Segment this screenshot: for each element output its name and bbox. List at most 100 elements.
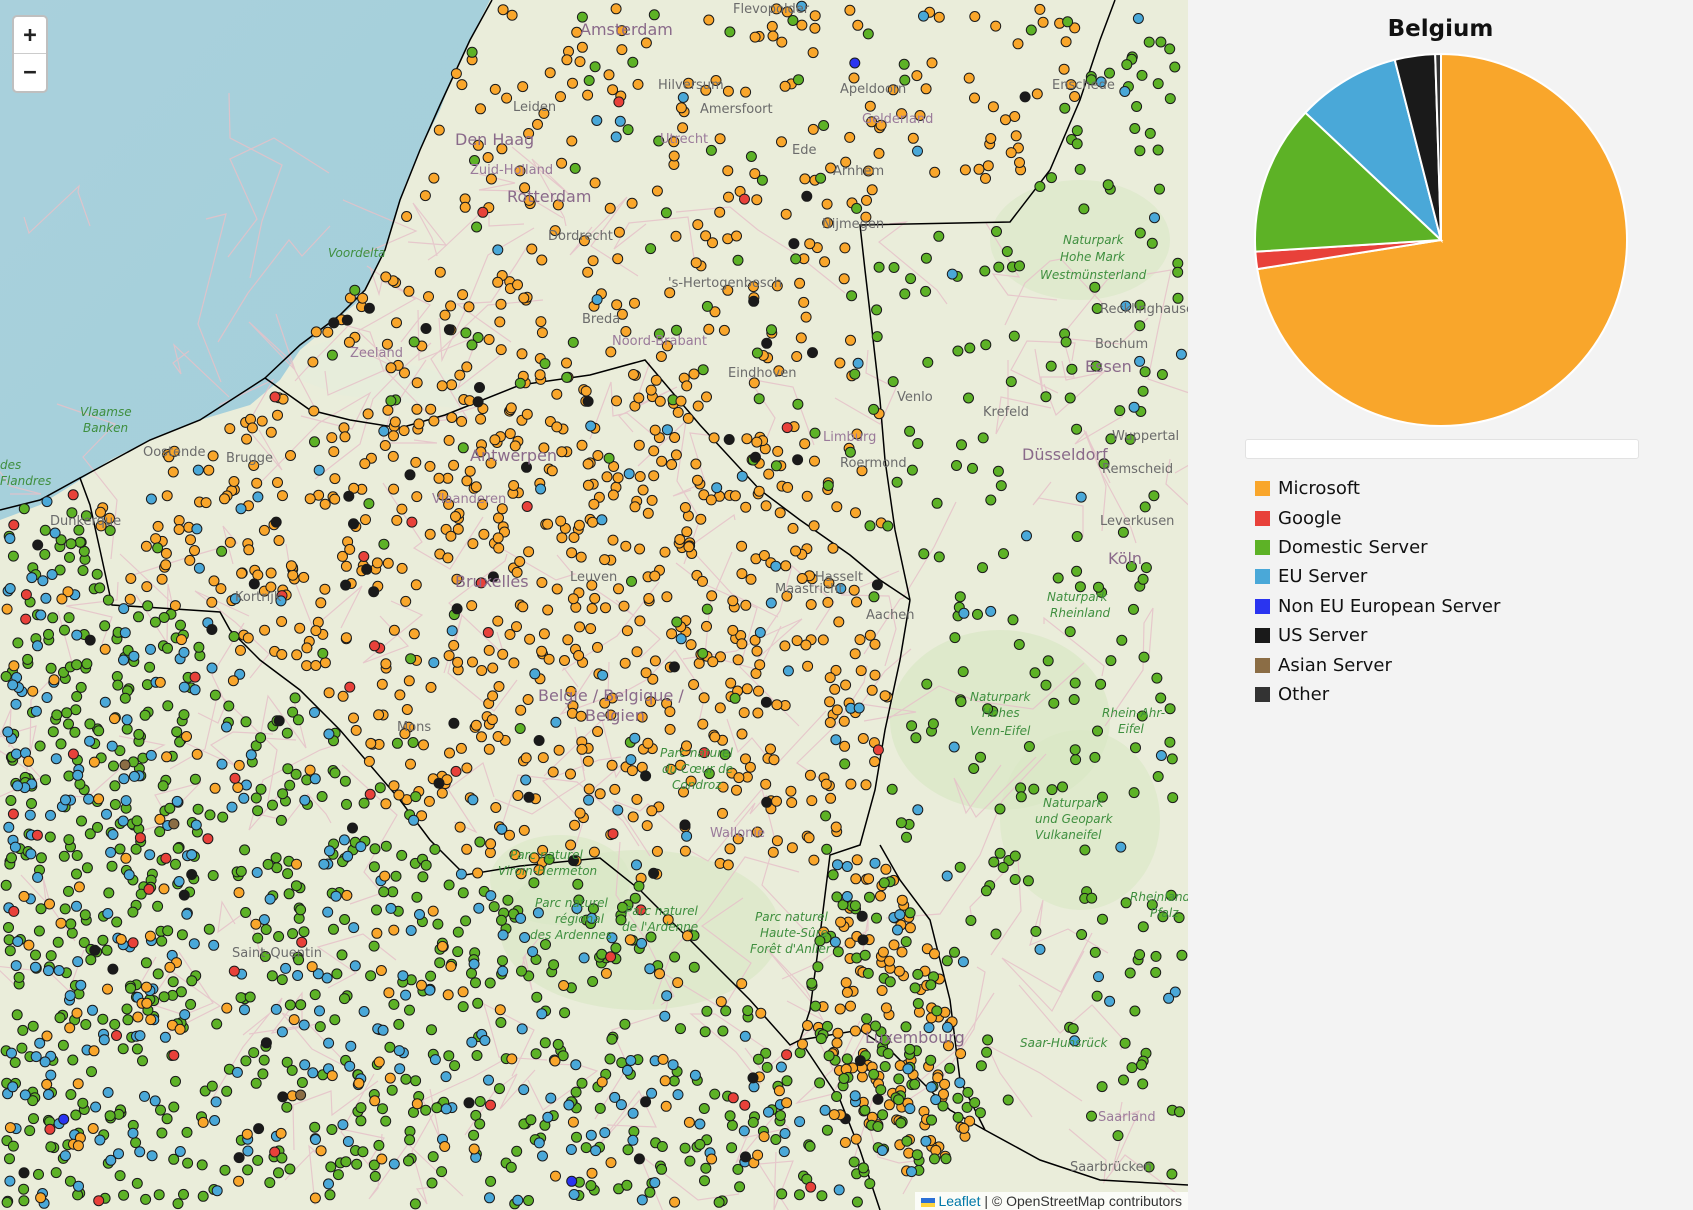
marker-microsoft[interactable] — [509, 849, 521, 861]
marker-microsoft[interactable] — [776, 136, 787, 148]
marker-domestic-server[interactable] — [468, 1129, 480, 1141]
marker-eu-server[interactable] — [378, 425, 390, 437]
marker-microsoft[interactable] — [796, 573, 808, 584]
marker-domestic-server[interactable] — [219, 1164, 231, 1176]
marker-us-server[interactable] — [788, 238, 800, 250]
marker-microsoft[interactable] — [741, 433, 753, 445]
legend-item-microsoft[interactable]: Microsoft — [1255, 474, 1500, 503]
marker-microsoft[interactable] — [831, 704, 843, 716]
legend-item-google[interactable]: Google — [1255, 503, 1500, 532]
marker-eu-server[interactable] — [7, 679, 19, 691]
marker-domestic-server[interactable] — [949, 946, 960, 958]
marker-non-eu-european-server[interactable] — [566, 1175, 578, 1187]
marker-us-server[interactable] — [679, 819, 691, 831]
marker-microsoft[interactable] — [388, 624, 400, 636]
marker-microsoft[interactable] — [613, 583, 624, 595]
marker-domestic-server[interactable] — [747, 1116, 759, 1128]
marker-google[interactable] — [93, 1195, 105, 1207]
marker-us-server[interactable] — [761, 796, 773, 808]
marker-google[interactable] — [67, 489, 79, 501]
marker-domestic-server[interactable] — [63, 834, 75, 846]
marker-microsoft[interactable] — [376, 1153, 388, 1165]
marker-google[interactable] — [8, 905, 20, 917]
marker-microsoft[interactable] — [605, 346, 617, 358]
marker-microsoft[interactable] — [884, 955, 895, 967]
marker-domestic-server[interactable] — [52, 936, 64, 948]
marker-microsoft[interactable] — [675, 759, 686, 771]
marker-domestic-server[interactable] — [103, 887, 115, 899]
marker-microsoft[interactable] — [715, 996, 727, 1008]
marker-eu-server[interactable] — [782, 665, 794, 677]
marker-microsoft[interactable] — [276, 616, 288, 627]
marker-domestic-server[interactable] — [388, 998, 400, 1010]
marker-domestic-server[interactable] — [879, 1034, 891, 1046]
marker-microsoft[interactable] — [224, 423, 236, 435]
marker-eu-server[interactable] — [1069, 1035, 1081, 1047]
marker-eu-server[interactable] — [189, 684, 201, 696]
marker-microsoft[interactable] — [823, 577, 835, 589]
marker-us-server[interactable] — [668, 661, 680, 673]
marker-microsoft[interactable] — [887, 84, 899, 96]
marker-microsoft[interactable] — [849, 648, 861, 660]
marker-domestic-server[interactable] — [207, 870, 219, 881]
marker-microsoft[interactable] — [1065, 79, 1077, 91]
marker-domestic-server[interactable] — [1025, 24, 1037, 36]
marker-google[interactable] — [613, 96, 625, 108]
marker-microsoft[interactable] — [904, 922, 916, 934]
marker-domestic-server[interactable] — [209, 689, 221, 701]
marker-microsoft[interactable] — [141, 997, 153, 1009]
marker-eu-server[interactable] — [627, 1107, 639, 1119]
marker-domestic-server[interactable] — [871, 304, 883, 316]
marker-microsoft[interactable] — [362, 408, 374, 420]
marker-eu-server[interactable] — [118, 654, 129, 666]
marker-domestic-server[interactable] — [1089, 751, 1101, 763]
marker-microsoft[interactable] — [483, 644, 495, 656]
marker-domestic-server[interactable] — [969, 1097, 981, 1109]
legend-item-us-server[interactable]: US Server — [1255, 621, 1500, 650]
marker-microsoft[interactable] — [606, 759, 618, 771]
marker-microsoft[interactable] — [418, 739, 429, 751]
marker-domestic-server[interactable] — [140, 1193, 152, 1205]
marker-eu-server[interactable] — [342, 1136, 354, 1147]
marker-microsoft[interactable] — [536, 645, 548, 657]
marker-domestic-server[interactable] — [675, 1023, 686, 1035]
marker-domestic-server[interactable] — [93, 725, 105, 737]
marker-microsoft[interactable] — [439, 309, 451, 321]
marker-domestic-server[interactable] — [40, 774, 51, 786]
marker-microsoft[interactable] — [740, 501, 752, 513]
marker-domestic-server[interactable] — [1166, 1168, 1178, 1180]
marker-domestic-server[interactable] — [1139, 501, 1151, 513]
marker-domestic-server[interactable] — [118, 1189, 130, 1201]
marker-microsoft[interactable] — [771, 795, 782, 807]
marker-domestic-server[interactable] — [420, 1104, 432, 1116]
marker-microsoft[interactable] — [93, 793, 105, 805]
marker-eu-server[interactable] — [190, 819, 202, 831]
marker-microsoft[interactable] — [120, 852, 132, 864]
marker-domestic-server[interactable] — [471, 1050, 483, 1061]
marker-microsoft[interactable] — [860, 779, 872, 791]
marker-microsoft[interactable] — [839, 242, 851, 254]
marker-eu-server[interactable] — [467, 794, 479, 806]
marker-domestic-server[interactable] — [871, 331, 883, 343]
marker-microsoft[interactable] — [505, 402, 517, 414]
marker-domestic-server[interactable] — [820, 810, 832, 822]
marker-microsoft[interactable] — [620, 326, 632, 337]
marker-eu-server[interactable] — [405, 925, 417, 936]
marker-microsoft[interactable] — [714, 133, 726, 145]
marker-eu-server[interactable] — [226, 801, 238, 813]
marker-eu-server[interactable] — [388, 1158, 400, 1170]
marker-microsoft[interactable] — [476, 731, 487, 743]
marker-domestic-server[interactable] — [905, 273, 917, 285]
marker-microsoft[interactable] — [468, 1143, 480, 1155]
marker-domestic-server[interactable] — [127, 906, 139, 918]
marker-microsoft[interactable] — [496, 503, 508, 515]
marker-microsoft[interactable] — [442, 552, 454, 564]
marker-microsoft[interactable] — [516, 348, 528, 360]
marker-microsoft[interactable] — [476, 665, 488, 676]
marker-eu-server[interactable] — [649, 1177, 661, 1189]
marker-domestic-server[interactable] — [709, 1088, 721, 1100]
marker-eu-server[interactable] — [830, 734, 842, 746]
marker-eu-server[interactable] — [512, 1194, 524, 1206]
marker-domestic-server[interactable] — [1089, 946, 1101, 958]
marker-domestic-server[interactable] — [431, 1102, 443, 1114]
